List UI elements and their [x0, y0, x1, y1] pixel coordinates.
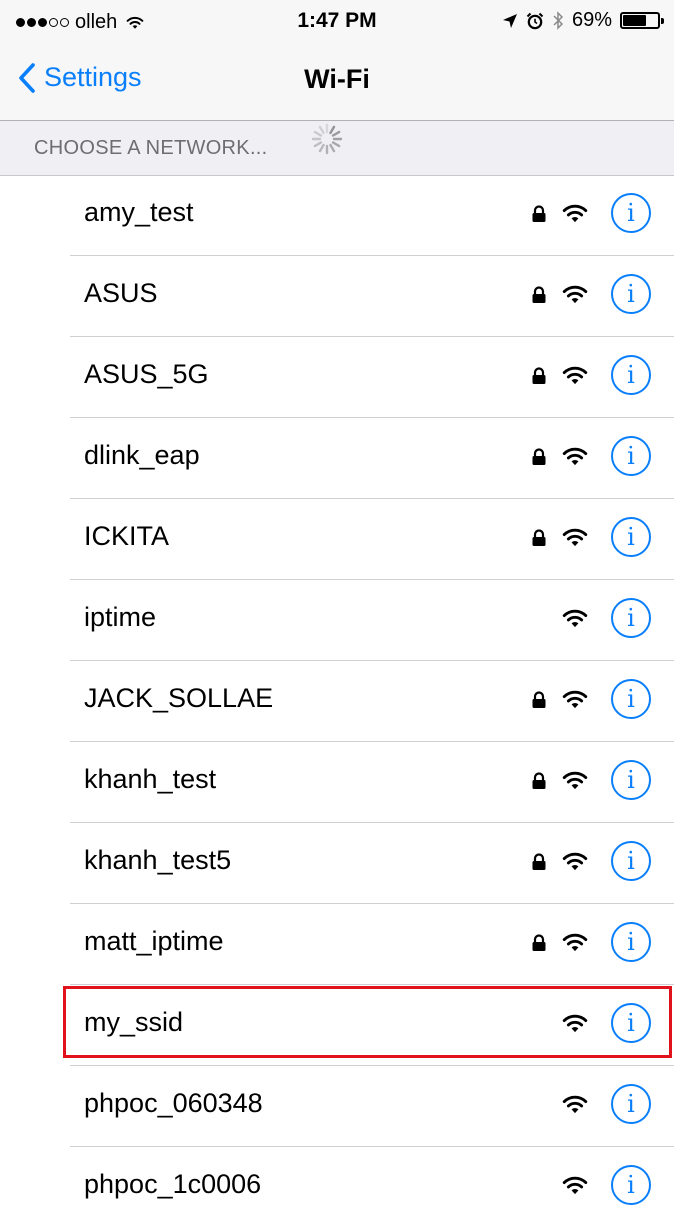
lock-icon: [531, 286, 547, 309]
network-row[interactable]: amy_test i: [0, 175, 674, 256]
wifi-signal-icon: [560, 526, 590, 553]
status-bar: olleh 1:47 PM 69%: [0, 0, 674, 40]
wifi-signal-icon: [560, 607, 590, 634]
info-icon[interactable]: i: [611, 598, 651, 638]
network-row[interactable]: ASUS i: [0, 256, 674, 337]
network-row[interactable]: khanh_test5 i: [0, 823, 674, 904]
loading-spinner-icon: [311, 123, 343, 155]
status-right: 69%: [502, 9, 664, 32]
network-name: khanh_test: [84, 764, 217, 794]
location-arrow-icon: [502, 13, 517, 28]
network-row[interactable]: dlink_eap i: [0, 418, 674, 499]
network-name: phpoc_060348: [84, 1088, 263, 1118]
wifi-signal-icon: [560, 769, 590, 796]
network-name: ICKITA: [84, 521, 170, 551]
network-name: amy_test: [84, 197, 194, 227]
network-name: phpoc_1c0006: [84, 1169, 262, 1199]
network-row[interactable]: khanh_test i: [0, 742, 674, 823]
lock-icon: [531, 367, 547, 390]
lock-icon: [531, 448, 547, 471]
wifi-signal-icon: [560, 445, 590, 472]
wifi-signal-icon: [560, 931, 590, 958]
network-row[interactable]: phpoc_1c0006 i: [0, 1147, 674, 1228]
network-name: my_ssid: [84, 1007, 184, 1037]
lock-icon: [531, 853, 547, 876]
network-row[interactable]: JACK_SOLLAE i: [0, 661, 674, 742]
wifi-signal-icon: [560, 1093, 590, 1120]
wifi-signal-icon: [560, 283, 590, 310]
wifi-signal-icon: [560, 202, 590, 229]
lock-icon: [531, 205, 547, 228]
lock-icon: [531, 691, 547, 714]
info-icon[interactable]: i: [611, 1165, 651, 1205]
wifi-signal-icon: [560, 1174, 590, 1201]
network-name: khanh_test5: [84, 845, 232, 875]
network-list: amy_test i ASUS i ASUS_5G i dlink_eap i ICKITA i i…: [0, 175, 674, 1228]
bluetooth-icon: [553, 11, 564, 30]
lock-icon: [531, 934, 547, 957]
navigation-bar: Settings Wi-Fi: [0, 40, 674, 121]
info-icon[interactable]: i: [611, 1084, 651, 1124]
network-row[interactable]: iptime i: [0, 580, 674, 661]
info-icon[interactable]: i: [611, 355, 651, 395]
info-icon[interactable]: i: [611, 760, 651, 800]
network-name: matt_iptime: [84, 926, 224, 956]
info-icon[interactable]: i: [611, 436, 651, 476]
network-name: iptime: [84, 602, 157, 632]
wifi-signal-icon: [560, 1012, 590, 1039]
section-title: CHOOSE A NETWORK...: [34, 137, 268, 159]
network-name: ASUS_5G: [84, 359, 209, 389]
wifi-signal-icon: [560, 850, 590, 877]
alarm-icon: [526, 12, 544, 29]
page-title: Wi-Fi: [304, 64, 370, 94]
info-icon[interactable]: i: [611, 679, 651, 719]
wifi-signal-icon: [560, 364, 590, 391]
battery-icon: [620, 12, 664, 29]
network-row[interactable]: phpoc_060348 i: [0, 1066, 674, 1147]
network-row[interactable]: ASUS_5G i: [0, 337, 674, 418]
lock-icon: [531, 772, 547, 795]
network-row[interactable]: ICKITA i: [0, 499, 674, 580]
network-row[interactable]: matt_iptime i: [0, 904, 674, 985]
info-icon[interactable]: i: [611, 841, 651, 881]
network-name: ASUS: [84, 278, 158, 308]
info-icon[interactable]: i: [611, 517, 651, 557]
info-icon[interactable]: i: [611, 274, 651, 314]
lock-icon: [531, 529, 547, 552]
network-row[interactable]: my_ssid i: [0, 985, 674, 1066]
battery-percent: 69%: [571, 9, 612, 31]
info-icon[interactable]: i: [611, 922, 651, 962]
info-icon[interactable]: i: [611, 193, 651, 233]
network-name: JACK_SOLLAE: [84, 683, 274, 713]
network-name: dlink_eap: [84, 440, 200, 470]
wifi-signal-icon: [560, 688, 590, 715]
info-icon[interactable]: i: [611, 1003, 651, 1043]
